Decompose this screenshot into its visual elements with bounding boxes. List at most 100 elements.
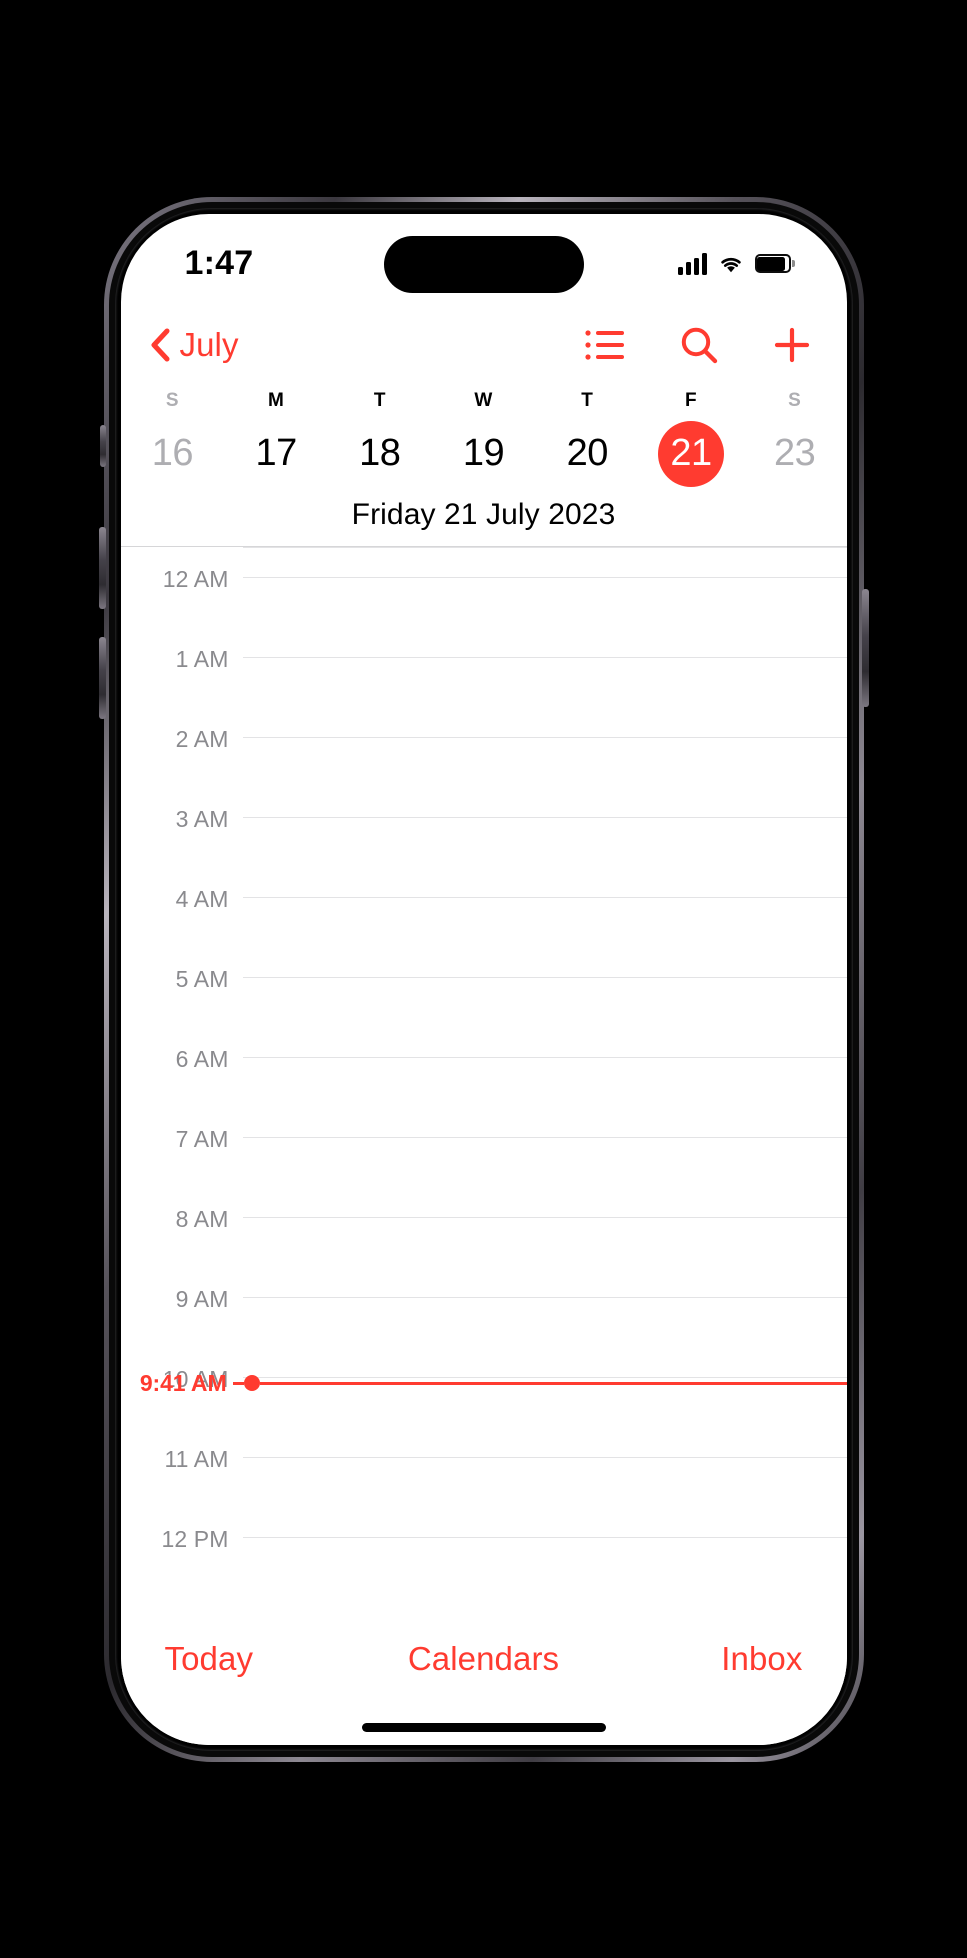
hour-row-8am: 8 AM [121, 1206, 847, 1297]
date-cell-16[interactable]: 16 [121, 418, 225, 490]
chevron-left-icon [151, 328, 169, 361]
hour-gridline [242, 736, 847, 738]
date-number: 19 [462, 432, 505, 474]
search-button[interactable] [680, 326, 718, 364]
hour-gridline [242, 896, 847, 898]
weekday-cell: T [535, 384, 639, 418]
date-row: 16 17 18 19 20 21 23 [121, 418, 847, 490]
hour-gridline [242, 1296, 847, 1298]
add-event-button[interactable] [773, 326, 811, 364]
hour-gridline [242, 1376, 847, 1378]
navigation-bar: July [121, 314, 847, 376]
search-icon [681, 327, 717, 363]
selected-day-label: Friday 21 July 2023 [351, 497, 616, 531]
today-button[interactable]: Today [165, 1640, 254, 1678]
hour-gridline [242, 546, 847, 548]
date-number: 18 [359, 432, 401, 474]
weekday-label: F [685, 389, 697, 411]
hour-label: 10 AM [162, 1365, 229, 1392]
power-button[interactable] [861, 588, 869, 707]
status-bar: 1:47 [121, 214, 847, 314]
home-indicator-bar [361, 1723, 606, 1732]
volume-up-button[interactable] [98, 526, 106, 609]
hour-row-10am: 10 AM [121, 1366, 847, 1457]
date-number: 16 [151, 432, 194, 474]
hour-label: 12 PM [161, 1525, 229, 1552]
weekday-header-row: S M T W T F S [121, 384, 847, 418]
hour-gridline [242, 1136, 847, 1138]
back-to-month-button[interactable]: July [149, 326, 239, 364]
hour-label: 1 AM [175, 645, 229, 672]
hour-gridline [242, 1056, 847, 1058]
hour-label: 2 AM [175, 725, 229, 752]
plus-icon [774, 327, 809, 362]
date-cell-19[interactable]: 19 [432, 418, 536, 490]
date-cell-21-selected[interactable]: 21 [639, 418, 743, 490]
hour-row-12am: 12 AM [121, 566, 847, 657]
hour-row-4am: 4 AM [121, 886, 847, 977]
list-view-button[interactable] [584, 329, 625, 361]
hour-gridline [242, 976, 847, 978]
hour-gridline [242, 816, 847, 818]
hour-label: 5 AM [175, 965, 229, 992]
weekday-label: T [373, 389, 386, 411]
weekday-cell: M [224, 384, 328, 418]
hour-row-1am: 1 AM [121, 646, 847, 737]
cellular-bars-icon [677, 252, 707, 275]
date-cell-18[interactable]: 18 [328, 418, 432, 490]
weekday-cell: S [121, 384, 225, 418]
dynamic-island [383, 235, 584, 293]
hour-label: 6 AM [175, 1045, 229, 1072]
calendars-button[interactable]: Calendars [408, 1640, 559, 1678]
hour-row-12pm: 12 PM [121, 1526, 847, 1607]
silent-switch-button[interactable] [99, 424, 106, 467]
hour-gridline [242, 656, 847, 658]
navigation-actions [584, 326, 811, 364]
list-bullet-icon [584, 329, 624, 360]
hour-gridline [242, 1216, 847, 1218]
weekday-label: S [165, 389, 179, 411]
hour-row-9am: 9 AM [121, 1286, 847, 1377]
home-indicator[interactable] [120, 1710, 847, 1745]
date-number-selected: 21 [657, 420, 724, 487]
weekday-label: T [581, 389, 594, 411]
date-cell-20[interactable]: 20 [535, 418, 639, 490]
hour-label: 11 AM [164, 1445, 229, 1472]
weekday-label: S [788, 389, 802, 411]
week-strip: S M T W T F S 16 17 18 19 20 21 23 Frida… [120, 376, 847, 547]
hour-row-5am: 5 AM [121, 966, 847, 1057]
hour-row-7am: 7 AM [121, 1126, 847, 1217]
date-cell-17[interactable]: 17 [224, 418, 328, 490]
phone-screen: 1:47 July S M T W T F S 16 17 18 19 20 2… [120, 213, 847, 1745]
hour-label: 9 AM [175, 1285, 229, 1312]
hour-row-11am: 11 AM [121, 1446, 847, 1537]
hour-row-2am: 2 AM [121, 726, 847, 817]
weekday-cell: F [639, 384, 743, 418]
inbox-button[interactable]: Inbox [721, 1640, 802, 1678]
device-frame: 1:47 July S M T W T F S 16 17 18 19 20 2… [98, 196, 869, 1762]
back-button-label: July [179, 325, 239, 363]
bottom-toolbar: Today Calendars Inbox [120, 1606, 847, 1711]
weekday-cell: T [328, 384, 432, 418]
hour-row-3am: 3 AM [121, 806, 847, 897]
date-number: 17 [255, 432, 297, 474]
status-bar-icons [677, 252, 795, 275]
date-number: 23 [774, 432, 816, 474]
volume-down-button[interactable] [98, 636, 106, 719]
hour-label: 3 AM [175, 805, 229, 832]
wifi-icon [720, 257, 741, 272]
hour-gridline [242, 1536, 847, 1538]
weekday-label: W [474, 389, 493, 411]
weekday-cell: S [743, 384, 847, 418]
day-timeline[interactable]: 12 AM 1 AM 2 AM 3 AM 4 AM 5 AM 6 AM 7 AM… [120, 546, 847, 1607]
hour-label: 4 AM [175, 885, 229, 912]
status-bar-time: 1:47 [184, 244, 254, 282]
battery-icon [754, 254, 795, 273]
date-cell-23[interactable]: 23 [743, 418, 847, 490]
hour-label: 12 AM [162, 565, 229, 592]
hour-label: 7 AM [175, 1125, 229, 1152]
hour-row-6am: 6 AM [121, 1046, 847, 1137]
date-number: 20 [566, 432, 609, 474]
hour-gridline [242, 1456, 847, 1458]
weekday-cell: W [432, 384, 536, 418]
